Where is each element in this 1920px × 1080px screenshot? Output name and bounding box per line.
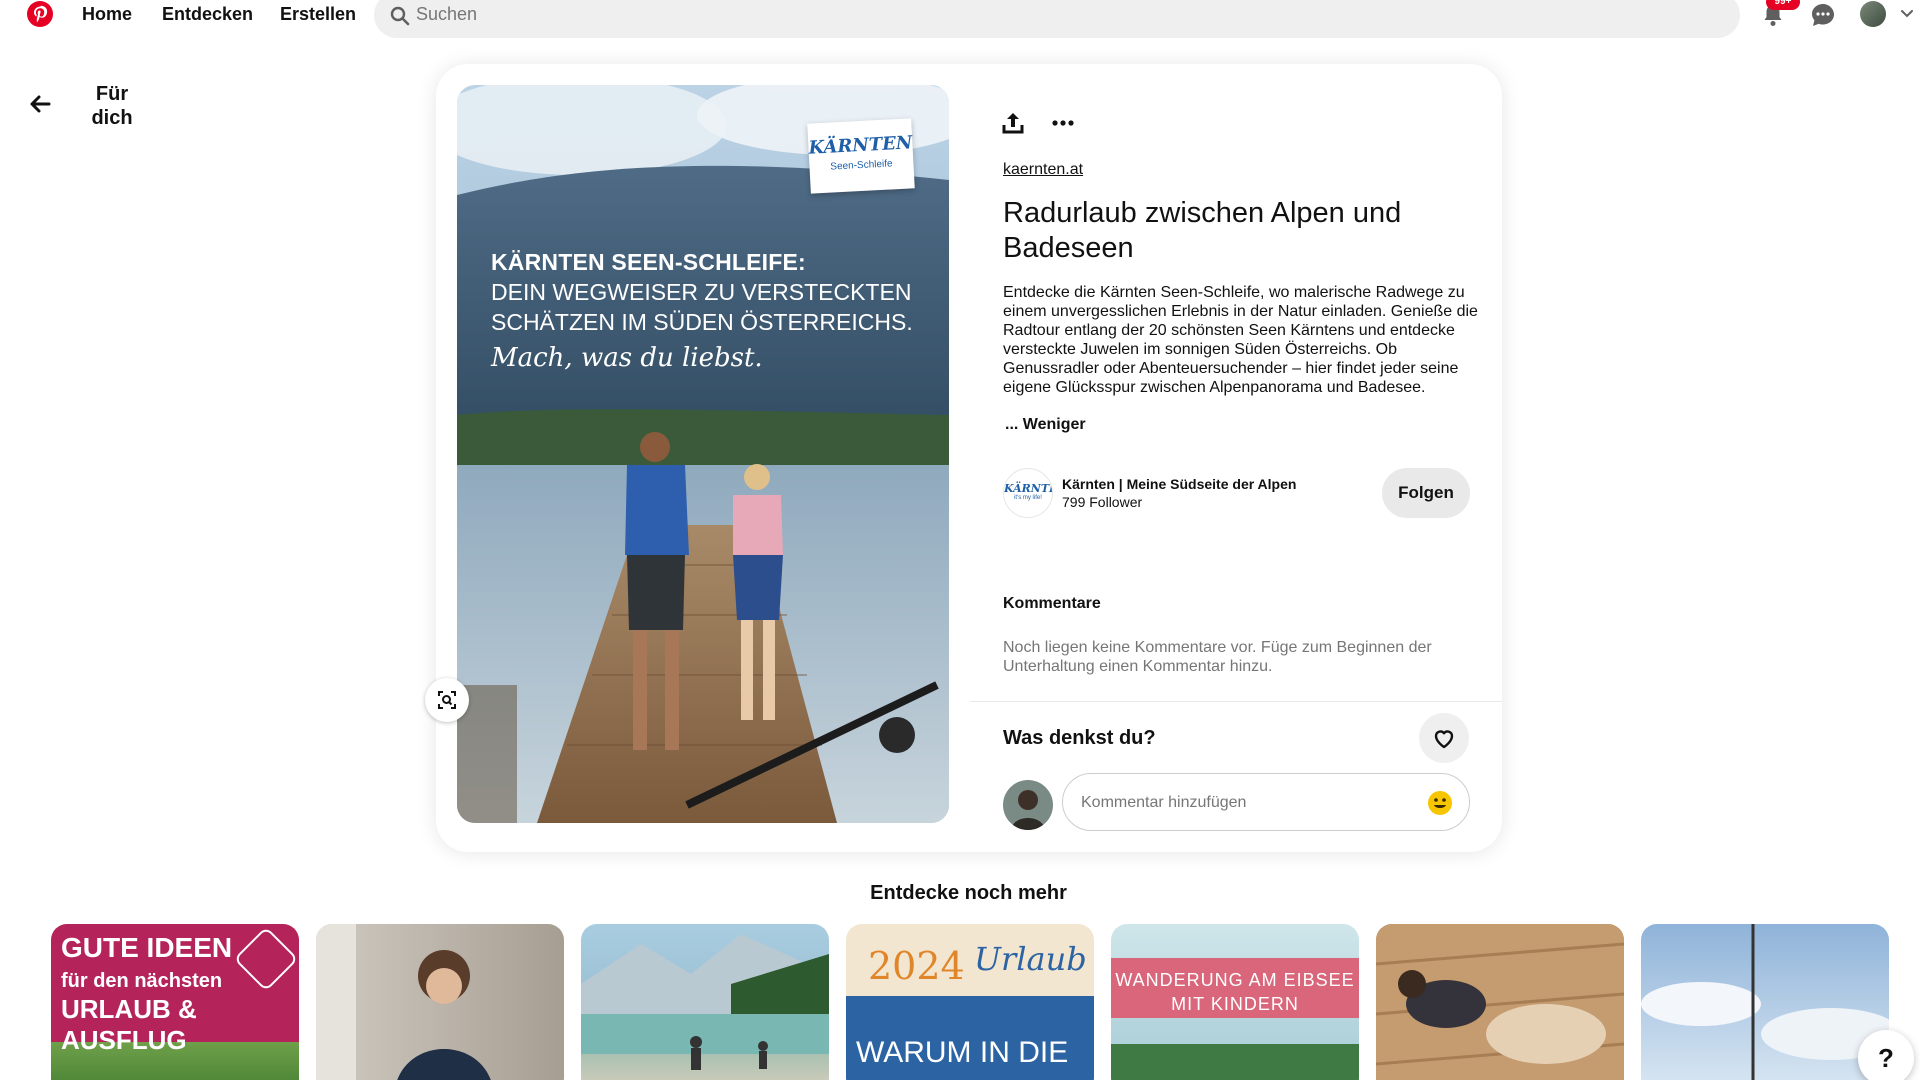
visual-search-button[interactable] [425,678,469,722]
tile-1-badge [233,926,299,992]
help-button[interactable]: ? [1858,1030,1914,1080]
creator-avatar-subtext: it's my life! [1014,495,1042,501]
comments-empty-text: Noch liegen keine Kommentare vor. Füge z… [1003,639,1432,675]
tile-5-line-1: WANDERUNG AM EIBSEE [1115,970,1355,990]
nav-explore[interactable]: Entdecken [162,4,253,25]
creator-name[interactable]: Kärnten | Meine Südseite der Alpen [1062,476,1296,492]
creator-avatar[interactable]: KÄRNTEN it's my life! [1003,468,1053,518]
tile-3-photo [581,934,829,1070]
tile-2-photo [316,924,491,1080]
pin-image[interactable]: KÄRNTEN SEEN-SCHLEIFE: DEIN WEGWEISER ZU… [457,85,949,823]
visual-search-icon [438,691,456,709]
search-input[interactable] [416,1,1696,27]
divider [970,701,1502,702]
more-ideas-heading: Entdecke noch mehr [870,882,1067,904]
image-headline: KÄRNTEN SEEN-SCHLEIFE: [491,249,806,275]
share-icon[interactable] [1000,110,1026,136]
chevron-down-icon[interactable] [1900,8,1914,20]
logo-sub-text: Seen-Schleife [830,158,893,173]
nav-home[interactable]: Home [82,4,132,25]
show-less-link[interactable]: ... Weniger [1005,416,1086,434]
profile-avatar[interactable] [1860,1,1886,27]
tile-4-line-2: Urlaub [974,940,1087,978]
pinterest-logo-icon[interactable] [27,1,53,27]
related-pin-6[interactable] [1376,924,1624,1080]
tile-4-line-3: WARUM IN DIE [856,1036,1069,1069]
heart-icon [1434,730,1454,749]
tile-6-photo [1376,924,1624,1080]
related-pin-7[interactable] [1641,924,1889,1080]
tile-1-line-3: URLAUB & AUSFLUG [61,994,197,1055]
more-options-icon[interactable] [1050,110,1076,136]
top-navigation: Home Entdecken Erstellen 99+ [0,0,1920,40]
pin-photo [457,85,949,823]
related-pin-3[interactable] [581,924,829,1080]
user-avatar [1003,780,1053,830]
tile-1-line-2: für den nächsten [61,970,223,992]
image-script-text: Mach, was du liebst. [491,343,763,373]
image-line-1: DEIN WEGWEISER ZU VERSTECKTEN [491,279,912,305]
creator-avatar-text: KÄRNTEN [1004,482,1052,495]
pin-title: Radurlaub zwischen Alpen und Badeseen [1003,197,1402,264]
tile-1-line-1: GUTE IDEEN [61,932,233,963]
back-arrow-icon[interactable] [28,92,52,116]
tile-7-photo [1641,924,1889,1080]
emoji-icon[interactable] [1427,790,1453,816]
image-line-2: SCHÄTZEN IM SÜDEN ÖSTERREICHS. [491,309,913,335]
tile-5-forest [1111,1044,1359,1080]
logo-main-text: KÄRNTEN [808,132,913,159]
react-button[interactable] [1419,713,1469,763]
notification-badge: 99+ [1766,0,1800,10]
follow-button[interactable]: Folgen [1382,468,1470,518]
source-link[interactable]: kaernten.at [1003,161,1083,179]
related-pin-2[interactable] [316,924,564,1080]
search-icon [390,6,410,26]
search-bar[interactable] [374,0,1740,38]
tile-5-line-2: MIT KINDERN [1171,994,1299,1014]
pin-description: Entdecke die Kärnten Seen-Schleife, wo m… [1003,284,1478,396]
user-avatar-photo [1003,780,1053,830]
messages-icon[interactable] [1810,2,1836,28]
back-label[interactable]: Für dich [90,82,134,130]
nav-create[interactable]: Erstellen [280,4,356,25]
related-pin-1[interactable]: GUTE IDEEN für den nächsten URLAUB & AUS… [51,924,299,1080]
comment-input[interactable] [1081,790,1411,816]
tile-4-line-1: 2024 [868,944,965,988]
kaernten-logo: KÄRNTEN Seen-Schleife [807,118,915,194]
comment-box[interactable] [1062,773,1470,831]
related-pin-4[interactable]: 2024 Urlaub WARUM IN DIE [846,924,1094,1080]
related-pin-5[interactable]: WANDERUNG AM EIBSEE MIT KINDERN [1111,924,1359,1080]
creator-follower-count: 799 Follower [1062,494,1143,510]
comment-prompt: Was denkst du? [1003,727,1156,749]
comments-heading: Kommentare [1003,595,1101,612]
